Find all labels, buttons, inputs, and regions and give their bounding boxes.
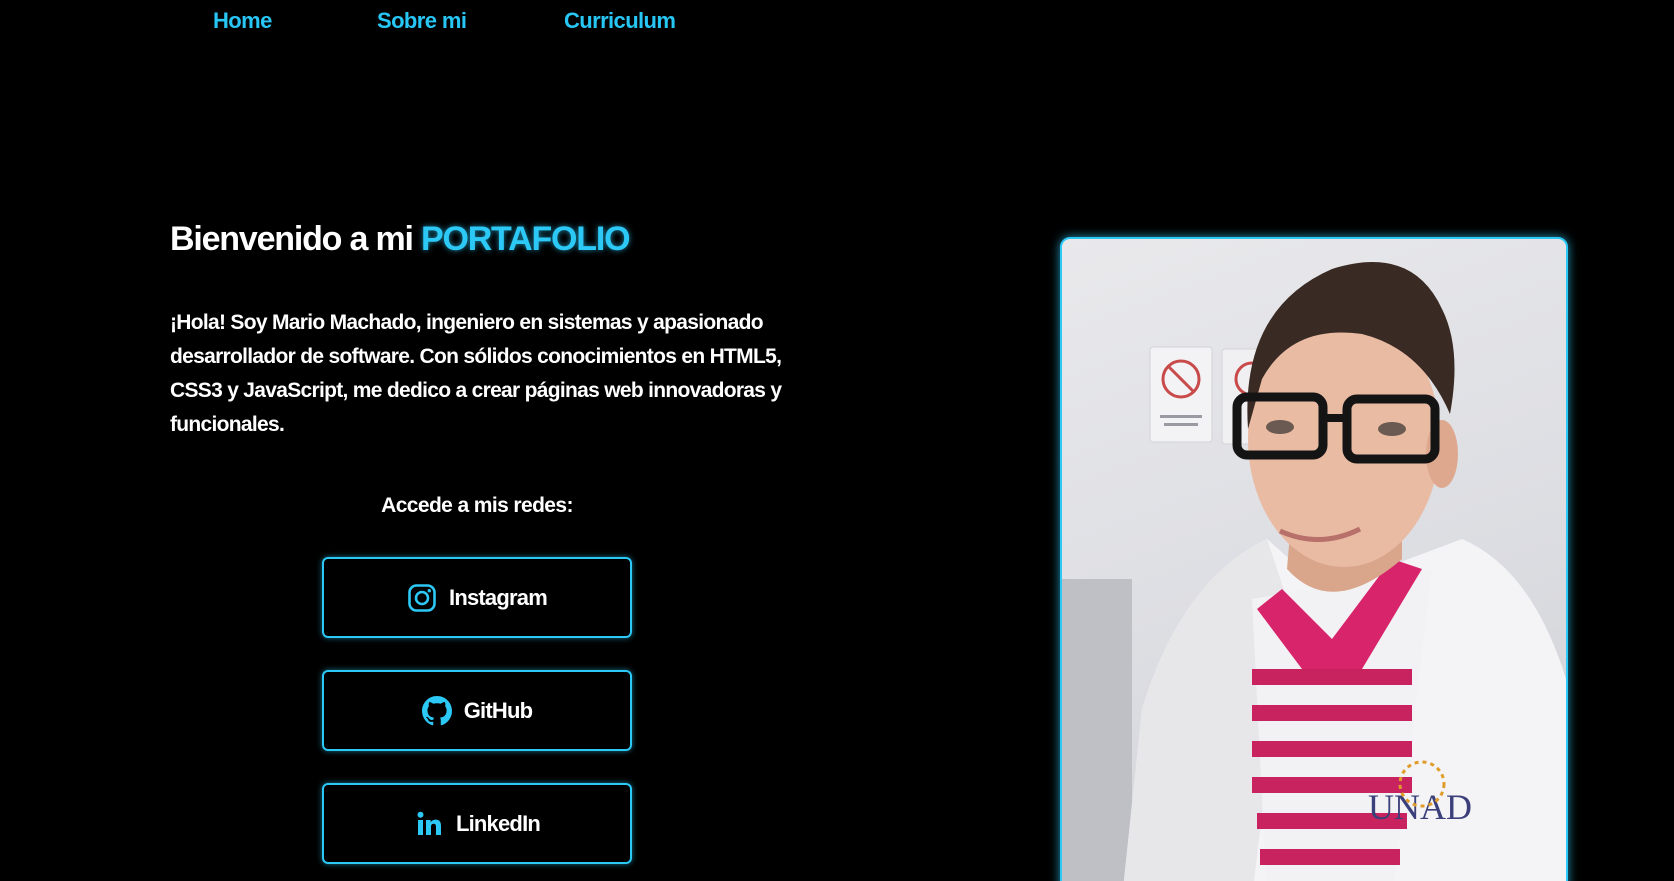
profile-photo: UNAD <box>1060 237 1568 881</box>
linkedin-icon <box>414 809 444 839</box>
title-highlight: PORTAFOLIO <box>420 220 631 258</box>
github-icon <box>421 695 452 726</box>
instagram-label: Instagram <box>449 584 548 610</box>
unad-logo: UNAD <box>1368 787 1472 827</box>
intro-paragraph: ¡Hola! Soy Mario Machado, ingeniero en s… <box>170 311 782 436</box>
nav-about-link[interactable]: Sobre mi <box>377 8 467 34</box>
page: Home Sobre mi Curriculum Bienvenido a mi… <box>0 0 1674 881</box>
nav-curriculum-link[interactable]: Curriculum <box>564 8 676 34</box>
social-heading: Accede a mis redes: <box>381 494 573 517</box>
linkedin-label: LinkedIn <box>455 810 541 836</box>
instagram-button[interactable]: Instagram <box>322 557 632 638</box>
profile-photo-illustration: UNAD <box>1062 262 1566 881</box>
nav-home-link[interactable]: Home <box>213 8 272 34</box>
instagram-icon <box>407 583 437 613</box>
linkedin-button[interactable]: LinkedIn <box>322 783 632 864</box>
github-label: GitHub <box>463 697 533 723</box>
github-button[interactable]: GitHub <box>322 670 632 751</box>
page-title: Bienvenido a mi PORTAFOLIO <box>170 220 631 259</box>
title-prefix: Bienvenido a mi <box>170 220 414 258</box>
